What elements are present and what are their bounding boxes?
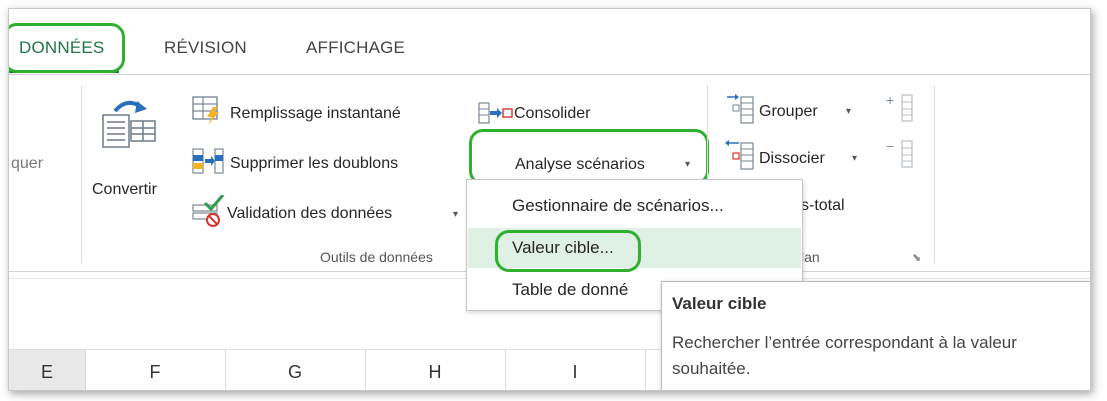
tooltip-description: Rechercher l’entrée correspondant à la v… bbox=[672, 333, 1017, 378]
tab-affichage[interactable]: AFFICHAGE bbox=[306, 38, 405, 58]
tab-donnees[interactable]: DONNÉES bbox=[19, 38, 104, 58]
dialog-launcher-icon[interactable]: ⬊ bbox=[912, 251, 921, 264]
ribbon-partial-label[interactable]: quer bbox=[11, 155, 43, 173]
sous-total-button[interactable]: s-total bbox=[801, 197, 845, 215]
ribbon-tabs: DONNÉES RÉVISION AFFICHAGE bbox=[9, 9, 1090, 75]
chevron-down-icon[interactable]: ▾ bbox=[685, 159, 690, 170]
convertir-button[interactable]: Convertir bbox=[92, 181, 157, 199]
group-label-outils: Outils de données bbox=[320, 249, 433, 265]
column-header-h[interactable]: H bbox=[365, 350, 506, 390]
validation-donnees-button[interactable]: Validation des données bbox=[227, 205, 392, 223]
tooltip-valeur-cible: Valeur cible Rechercher l’entrée corresp… bbox=[661, 281, 1090, 390]
convert-icon bbox=[101, 97, 165, 154]
supprimer-doublons-button[interactable]: Supprimer les doublons bbox=[230, 155, 398, 173]
column-header-i[interactable]: I bbox=[505, 350, 646, 390]
group-separator bbox=[934, 85, 935, 263]
remplissage-button[interactable]: Remplissage instantané bbox=[230, 105, 401, 123]
menu-item-valeur-cible[interactable]: Valeur cible... bbox=[468, 228, 801, 268]
grouper-button[interactable]: Grouper bbox=[759, 103, 818, 121]
excel-window: DONNÉES RÉVISION AFFICHAGE quer Converti… bbox=[8, 8, 1091, 391]
column-header-g[interactable]: G bbox=[225, 350, 366, 390]
ungroup-icon bbox=[725, 139, 755, 176]
svg-text:−: − bbox=[886, 139, 894, 154]
flash-fill-icon bbox=[191, 95, 223, 130]
hide-detail-icon[interactable]: − bbox=[884, 138, 918, 174]
column-header-f[interactable]: F bbox=[85, 350, 226, 390]
data-validation-icon bbox=[191, 194, 225, 232]
svg-text:+: + bbox=[886, 93, 894, 108]
active-tab-indicator bbox=[9, 71, 119, 73]
remove-duplicates-icon bbox=[191, 147, 225, 180]
group-icon bbox=[725, 93, 755, 130]
chevron-down-icon[interactable]: ▾ bbox=[852, 153, 857, 164]
analyse-scenarios-button[interactable]: Analyse scénarios bbox=[515, 156, 645, 174]
chevron-down-icon[interactable]: ▾ bbox=[453, 209, 458, 220]
tooltip-title: Valeur cible bbox=[672, 294, 767, 313]
menu-item-gestionnaire[interactable]: Gestionnaire de scénarios... bbox=[468, 186, 801, 226]
group-separator bbox=[81, 85, 82, 263]
chevron-down-icon[interactable]: ▾ bbox=[846, 106, 851, 117]
dissocier-button[interactable]: Dissocier bbox=[759, 150, 825, 168]
consolider-button[interactable]: Consolider bbox=[514, 105, 590, 123]
show-detail-icon[interactable]: + bbox=[884, 92, 918, 128]
consolidate-icon bbox=[477, 101, 513, 130]
group-label-plan: lan bbox=[801, 249, 820, 265]
tab-revision[interactable]: RÉVISION bbox=[164, 38, 247, 58]
column-header-e[interactable]: E bbox=[9, 350, 86, 390]
